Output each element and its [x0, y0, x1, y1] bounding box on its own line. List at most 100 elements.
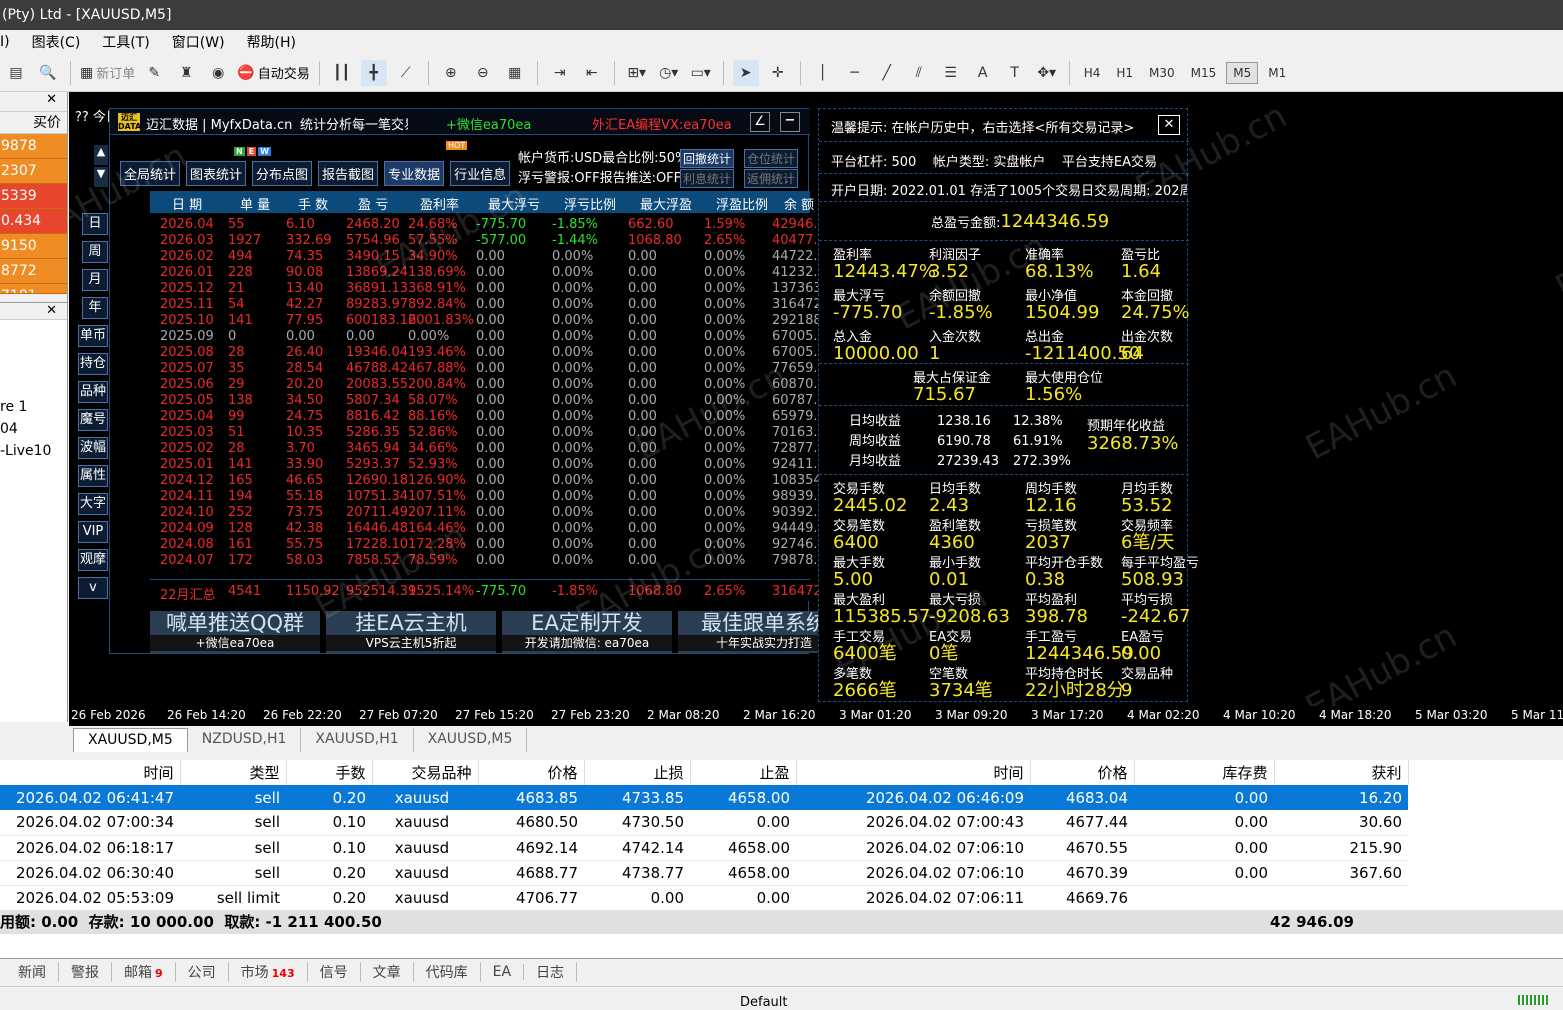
account-line[interactable]: re 1 [0, 396, 67, 418]
chart-shift-icon[interactable]: ⇤ [579, 60, 605, 86]
terminal-tab[interactable]: 代码库 [414, 961, 481, 982]
column-header[interactable]: 浮盈比例 [716, 194, 768, 213]
terminal-tab[interactable]: 日志 [524, 961, 578, 982]
minimize-icon[interactable]: − [780, 112, 800, 132]
category-button[interactable]: 单币 [78, 325, 108, 347]
quote-cell[interactable]: 9878 [0, 134, 67, 159]
tab-report-screenshot[interactable]: 报告截图 [318, 161, 379, 186]
tab-industry-info[interactable]: 行业信息 [450, 161, 511, 186]
period-button[interactable]: 日 [82, 213, 108, 235]
column-header[interactable]: 手数 [286, 760, 373, 785]
candle-chart-icon[interactable]: ╋ [360, 59, 387, 86]
quote-cell[interactable]: 0.434 [0, 209, 67, 234]
new-order-button[interactable]: ▦ 新订单 [80, 60, 135, 86]
line-chart-icon[interactable]: ⟋ [393, 60, 419, 86]
bar-chart-icon[interactable]: ┃┃ [329, 60, 355, 86]
column-header[interactable]: 价格 [1030, 760, 1135, 785]
panel-close-icon[interactable]: ✕ [0, 92, 67, 112]
chart-tab[interactable]: NZDUSD,H1 [188, 728, 302, 752]
ad-ea-cloud[interactable]: 挂EA云主机 VPS云主机5折起 [326, 611, 496, 653]
zoom-out-icon[interactable]: ⊖ [470, 60, 496, 86]
column-header[interactable]: 浮亏比例 [564, 194, 616, 213]
navigator-close-icon[interactable]: ✕ [0, 302, 67, 320]
period-button[interactable]: 周 [82, 241, 108, 263]
column-header[interactable]: 盈 亏 [358, 194, 388, 213]
trendline-icon[interactable]: ╱ [874, 60, 900, 86]
table-row[interactable]: 2026.04.02 06:18:17 sell 0.10 xauusd 4692.14… [0, 835, 1408, 861]
category-button[interactable]: 波幅 [78, 437, 108, 459]
timeframe-m1[interactable]: M1 [1262, 63, 1292, 83]
auto-trade-button[interactable]: ⛔ 自动交易 [237, 60, 309, 86]
column-header[interactable]: 日 期 [172, 194, 202, 213]
period-button[interactable]: 年 [82, 297, 108, 319]
timeframe-h1[interactable]: H1 [1110, 63, 1139, 83]
terminal-tab[interactable]: 文章 [361, 961, 414, 982]
column-header[interactable]: 时间 [796, 760, 1031, 785]
table-row[interactable]: 2026.04.02 06:30:40 sell 0.20 xauusd 4688.77… [0, 860, 1408, 886]
column-header[interactable]: 余 额 [784, 194, 814, 213]
column-header[interactable]: 类型 [180, 760, 287, 785]
tab-distribution[interactable]: 分布点图 [252, 161, 313, 186]
cursor-icon[interactable]: ➤ [732, 59, 759, 86]
category-button[interactable]: v [78, 577, 108, 599]
category-button[interactable]: 大字 [78, 493, 108, 515]
category-button[interactable]: 属性 [78, 465, 108, 487]
quote-cell[interactable]: 8772 [0, 259, 67, 284]
fibonacci-icon[interactable]: ☰ [938, 60, 964, 86]
text-label-icon[interactable]: T [1002, 60, 1028, 86]
column-header[interactable]: 止损 [584, 760, 691, 785]
market-watch-icon[interactable]: ▤ [3, 60, 29, 86]
timeframe-h4[interactable]: H4 [1078, 63, 1107, 83]
column-header[interactable]: 止盈 [690, 760, 797, 785]
quote-cell[interactable]: 9150 [0, 234, 67, 259]
category-button[interactable]: 观摩 [78, 549, 108, 571]
table-row[interactable]: 2026.04.02 07:00:34 sell 0.10 xauusd 4680.50… [0, 810, 1408, 836]
timeframe-m15[interactable]: M15 [1185, 63, 1223, 83]
chart-tab[interactable]: XAUUSD,H1 [301, 728, 414, 752]
templates-icon[interactable]: ▭▾ [688, 60, 714, 86]
menu-item-window[interactable]: 窗口(W) [161, 32, 236, 52]
nav-down-icon[interactable]: ▼ [94, 167, 108, 187]
price-chart[interactable]: ?? 今日已达0.2手上限，禁止开仓! 迈汇DATA 迈汇数据 | MyfxDa… [69, 92, 1563, 706]
column-header[interactable]: 单 量 [240, 194, 270, 213]
channel-icon[interactable]: ⫽ [906, 60, 932, 86]
periods-icon[interactable]: ◷▾ [656, 60, 682, 86]
terminal-tab[interactable]: 市场 143 [229, 961, 308, 982]
account-line[interactable]: -Live10 [0, 440, 67, 462]
horizontal-line-icon[interactable]: ─ [842, 60, 868, 86]
drawdown-stats-button[interactable]: 回撤统计 [680, 149, 735, 168]
column-header[interactable]: 交易品种 [372, 760, 479, 785]
text-icon[interactable]: A [970, 60, 996, 86]
column-header[interactable]: 盈利率 [420, 194, 459, 213]
account-line[interactable]: 04 [0, 418, 67, 440]
period-button[interactable]: 月 [82, 269, 108, 291]
terminal-tab[interactable]: 邮箱 9 [112, 961, 176, 982]
menu-item-tools[interactable]: 工具(T) [91, 32, 160, 52]
terminal-tab[interactable]: EA [481, 963, 525, 980]
terminal-tab[interactable]: 信号 [308, 961, 361, 982]
column-header[interactable]: 库存费 [1134, 760, 1275, 785]
column-header[interactable]: 时间 [0, 760, 181, 785]
globe-icon[interactable]: ◉ [205, 60, 231, 86]
column-header[interactable]: 最大浮盈 [640, 194, 692, 213]
quote-cell[interactable]: 7181 [0, 284, 67, 294]
category-button[interactable]: 魔号 [78, 409, 108, 431]
table-row[interactable]: 2026.04.02 05:53:09 sell limit 0.20 xauusd 4… [0, 885, 1408, 911]
table-row[interactable]: 2026.04.02 06:41:47 sell 0.20 xauusd 4683.85… [0, 785, 1408, 810]
timeframe-m30[interactable]: M30 [1143, 63, 1181, 83]
navigator-icon[interactable]: ♜ [173, 60, 199, 86]
chart-tab[interactable]: XAUUSD,M5 [414, 728, 528, 752]
terminal-tab[interactable]: 新闻 [6, 961, 59, 982]
timeframe-m5[interactable]: M5 [1226, 61, 1259, 84]
nav-up-icon[interactable]: ▲ [94, 145, 108, 165]
quote-cell[interactable]: 2307 [0, 159, 67, 184]
crosshair-icon[interactable]: ✛ [765, 60, 791, 86]
column-header[interactable]: 最大浮亏 [488, 194, 540, 213]
zoom-in-icon[interactable]: ⊕ [438, 60, 464, 86]
menu-item-1[interactable]: I) [0, 34, 21, 50]
autoscroll-icon[interactable]: ⇥ [547, 60, 573, 86]
close-icon[interactable]: ✕ [1158, 115, 1180, 135]
column-header[interactable]: 获利 [1274, 760, 1409, 785]
category-button[interactable]: VIP [78, 521, 108, 543]
tile-windows-icon[interactable]: ▦ [502, 60, 528, 86]
